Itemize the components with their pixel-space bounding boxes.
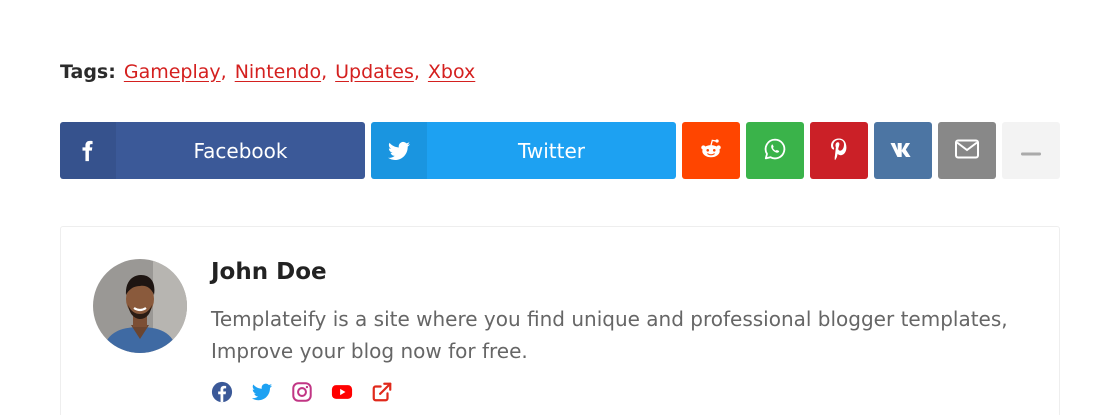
share-reddit-button[interactable] — [682, 122, 740, 179]
share-twitter-label: Twitter — [517, 138, 586, 163]
whatsapp-icon — [763, 137, 787, 165]
tag-link-gameplay[interactable]: Gameplay — [124, 61, 221, 83]
facebook-icon — [60, 122, 116, 179]
youtube-icon[interactable] — [331, 381, 353, 403]
author-name: John Doe — [211, 259, 327, 285]
share-whatsapp-button[interactable] — [746, 122, 804, 179]
tag-separator: , — [321, 61, 328, 83]
instagram-icon[interactable] — [291, 381, 313, 403]
facebook-icon[interactable] — [211, 381, 233, 403]
tag-link-xbox[interactable]: Xbox — [428, 61, 475, 83]
share-facebook-button[interactable]: Facebook — [60, 122, 365, 179]
tags-row: Tags: Gameplay, Nintendo, Updates, Xbox — [60, 58, 475, 86]
share-facebook-label: Facebook — [193, 138, 288, 163]
share-vk-button[interactable] — [874, 122, 932, 179]
share-more-button[interactable] — [1002, 122, 1060, 179]
author-social-links — [211, 381, 411, 403]
author-bio: Templateify is a site where you find uni… — [211, 307, 1008, 363]
minus-icon — [1020, 141, 1042, 160]
tag-link-nintendo[interactable]: Nintendo — [235, 61, 321, 83]
twitter-icon — [371, 122, 427, 179]
tags-label: Tags: — [60, 61, 116, 83]
email-icon — [954, 138, 980, 164]
tag-separator: , — [413, 61, 420, 83]
share-buttons: Facebook Twitter — [60, 122, 1060, 179]
share-email-button[interactable] — [938, 122, 996, 179]
tag-link-updates[interactable]: Updates — [335, 61, 414, 83]
vk-icon — [889, 140, 917, 162]
pinterest-icon — [828, 137, 850, 165]
share-pinterest-button[interactable] — [810, 122, 868, 179]
external-link-icon[interactable] — [371, 381, 393, 403]
twitter-icon[interactable] — [251, 381, 273, 403]
reddit-icon — [698, 136, 724, 166]
tag-separator: , — [220, 61, 227, 83]
share-twitter-button[interactable]: Twitter — [371, 122, 676, 179]
author-box: John Doe Templateify is a site where you… — [60, 226, 1060, 415]
avatar[interactable] — [93, 259, 187, 353]
